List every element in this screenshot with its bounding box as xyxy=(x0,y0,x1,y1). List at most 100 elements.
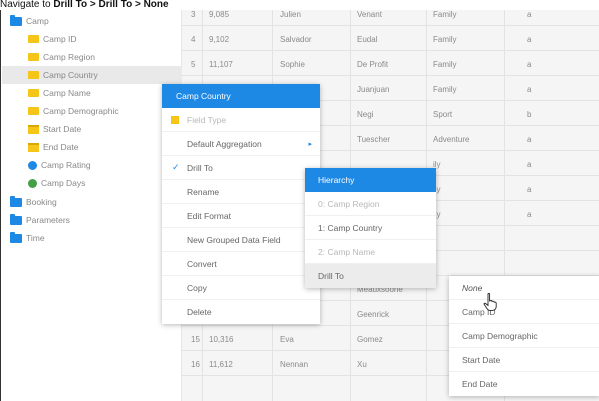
target-item-none[interactable]: None xyxy=(449,276,599,300)
target-item-start-date[interactable]: Start Date xyxy=(449,348,599,372)
dimension-icon xyxy=(171,116,179,124)
menu-item-edit-format[interactable]: Edit Format xyxy=(162,204,320,228)
folder-label: Booking xyxy=(26,197,57,207)
cell-type: Family xyxy=(433,10,457,19)
row-number: 4 xyxy=(191,35,196,44)
folder-label: Camp xyxy=(26,16,49,26)
dimension-icon xyxy=(28,89,39,97)
folder-icon xyxy=(10,195,22,207)
metric-icon xyxy=(28,178,37,188)
cell-flag: a xyxy=(527,10,532,19)
cell-type: Family xyxy=(433,35,457,44)
cell-type: Sport xyxy=(433,110,453,119)
field-camp-id[interactable]: Camp ID xyxy=(2,30,182,48)
menu-item-label: New Grouped Data Field xyxy=(187,234,281,245)
field-label: Start Date xyxy=(43,124,82,134)
drill-target-submenu: None Camp ID Camp Demographic Start Date… xyxy=(449,276,599,396)
submenu-item-drill-to[interactable]: Drill To xyxy=(305,264,436,288)
menu-item-default-aggregation[interactable]: Default Aggregation ▸ xyxy=(162,132,320,156)
cell-camp-id: 9,102 xyxy=(209,35,230,44)
menu-item-copy[interactable]: Copy xyxy=(162,276,320,300)
cell-flag: a xyxy=(527,60,532,69)
field-label: Camp Country xyxy=(43,70,98,80)
cell-flag: a xyxy=(527,210,532,219)
dimension-icon xyxy=(28,71,39,79)
cell-type: Family xyxy=(433,60,457,69)
cell-first-name: Salvador xyxy=(280,35,312,44)
menu-item-label: Field Type xyxy=(187,114,227,125)
menu-item-rename[interactable]: Rename xyxy=(162,180,320,204)
dimension-icon xyxy=(28,35,39,43)
field-start-date[interactable]: Start Date xyxy=(2,120,182,138)
menu-item-label: Rename xyxy=(187,186,220,197)
checkmark-icon: ✓ xyxy=(172,162,180,172)
folder-time[interactable]: Time xyxy=(2,229,182,247)
cell-flag: a xyxy=(527,160,532,169)
cell-last-name: Negi xyxy=(357,110,374,119)
folder-booking[interactable]: Booking xyxy=(2,193,182,211)
folder-label: Time xyxy=(26,233,45,243)
field-camp-rating[interactable]: Camp Rating xyxy=(2,156,182,174)
field-camp-demographic[interactable]: Camp Demographic xyxy=(2,102,182,120)
cell-flag: a xyxy=(527,135,532,144)
data-fields-sidebar: Camp Camp ID Camp Region Camp Country Ca… xyxy=(2,10,182,401)
target-item-camp-demographic[interactable]: Camp Demographic xyxy=(449,324,599,348)
folder-icon xyxy=(10,14,22,26)
table-row: 3 9,085 Julien Venant Family a xyxy=(182,10,599,26)
menu-item-field-type[interactable]: Field Type xyxy=(162,108,320,132)
menu-item-delete[interactable]: Delete xyxy=(162,300,320,324)
hand-cursor-icon xyxy=(483,293,497,311)
folder-icon xyxy=(10,213,22,225)
cell-last-name: Tuescher xyxy=(357,135,391,144)
field-label: Camp Name xyxy=(43,88,91,98)
folder-label: Parameters xyxy=(26,215,70,225)
drill-to-submenu: Hierarchy 0: Camp Region 1: Camp Country… xyxy=(305,168,436,288)
folder-camp[interactable]: Camp xyxy=(2,12,182,30)
cell-last-name: De Profit xyxy=(357,60,389,69)
cell-flag: a xyxy=(527,85,532,94)
row-number: 16 xyxy=(191,360,200,369)
row-number: 15 xyxy=(191,335,200,344)
menu-item-label: Default Aggregation xyxy=(187,138,262,149)
folder-parameters[interactable]: Parameters xyxy=(2,211,182,229)
menu-item-label: Delete xyxy=(187,307,212,317)
date-icon xyxy=(28,124,39,134)
menu-item-label: Drill To xyxy=(187,162,213,173)
cell-flag: a xyxy=(527,35,532,44)
menu-item-convert[interactable]: Convert xyxy=(162,252,320,276)
hierarchy-item-camp-country[interactable]: 1: Camp Country xyxy=(305,216,436,240)
submenu-title: Hierarchy xyxy=(305,168,436,192)
cell-first-name: Sophie xyxy=(280,60,305,69)
field-label: Camp Rating xyxy=(41,160,91,170)
cell-last-name: Juanjuan xyxy=(357,85,390,94)
menu-item-new-grouped-data-field[interactable]: New Grouped Data Field xyxy=(162,228,320,252)
field-camp-country[interactable]: Camp Country xyxy=(2,66,182,84)
field-camp-name[interactable]: Camp Name xyxy=(2,84,182,102)
cell-last-name: Venant xyxy=(357,10,382,19)
table-row: 4 9,102 Salvador Eudal Family a xyxy=(182,26,599,51)
hierarchy-item-camp-name[interactable]: 2: Camp Name xyxy=(305,240,436,264)
menu-item-label: End Date xyxy=(462,379,498,389)
target-item-end-date[interactable]: End Date xyxy=(449,372,599,396)
cell-first-name: Julien xyxy=(280,10,301,19)
target-item-camp-id[interactable]: Camp ID xyxy=(449,300,599,324)
cell-last-name: Xu xyxy=(357,360,367,369)
cell-camp-id: 10,316 xyxy=(209,335,234,344)
dimension-icon xyxy=(28,107,39,115)
context-menu-title: Camp Country xyxy=(162,84,320,108)
hierarchy-item-camp-region[interactable]: 0: Camp Region xyxy=(305,192,436,216)
cell-last-name: Eudal xyxy=(357,35,378,44)
cell-first-name: Eva xyxy=(280,335,294,344)
metric-icon xyxy=(28,160,37,170)
chevron-right-icon: ▸ xyxy=(308,140,312,148)
field-camp-region[interactable]: Camp Region xyxy=(2,48,182,66)
caption-path: Drill To > Drill To > None xyxy=(53,0,169,10)
field-camp-days[interactable]: Camp Days xyxy=(2,174,182,192)
table-row: 5 11,107 Sophie De Profit Family a xyxy=(182,51,599,76)
cell-camp-id: 11,107 xyxy=(209,60,233,69)
cell-flag: b xyxy=(527,110,532,119)
field-label: End Date xyxy=(43,142,79,152)
field-end-date[interactable]: End Date xyxy=(2,138,182,156)
row-number: 5 xyxy=(191,60,196,69)
menu-item-drill-to[interactable]: ✓ Drill To xyxy=(162,156,320,180)
